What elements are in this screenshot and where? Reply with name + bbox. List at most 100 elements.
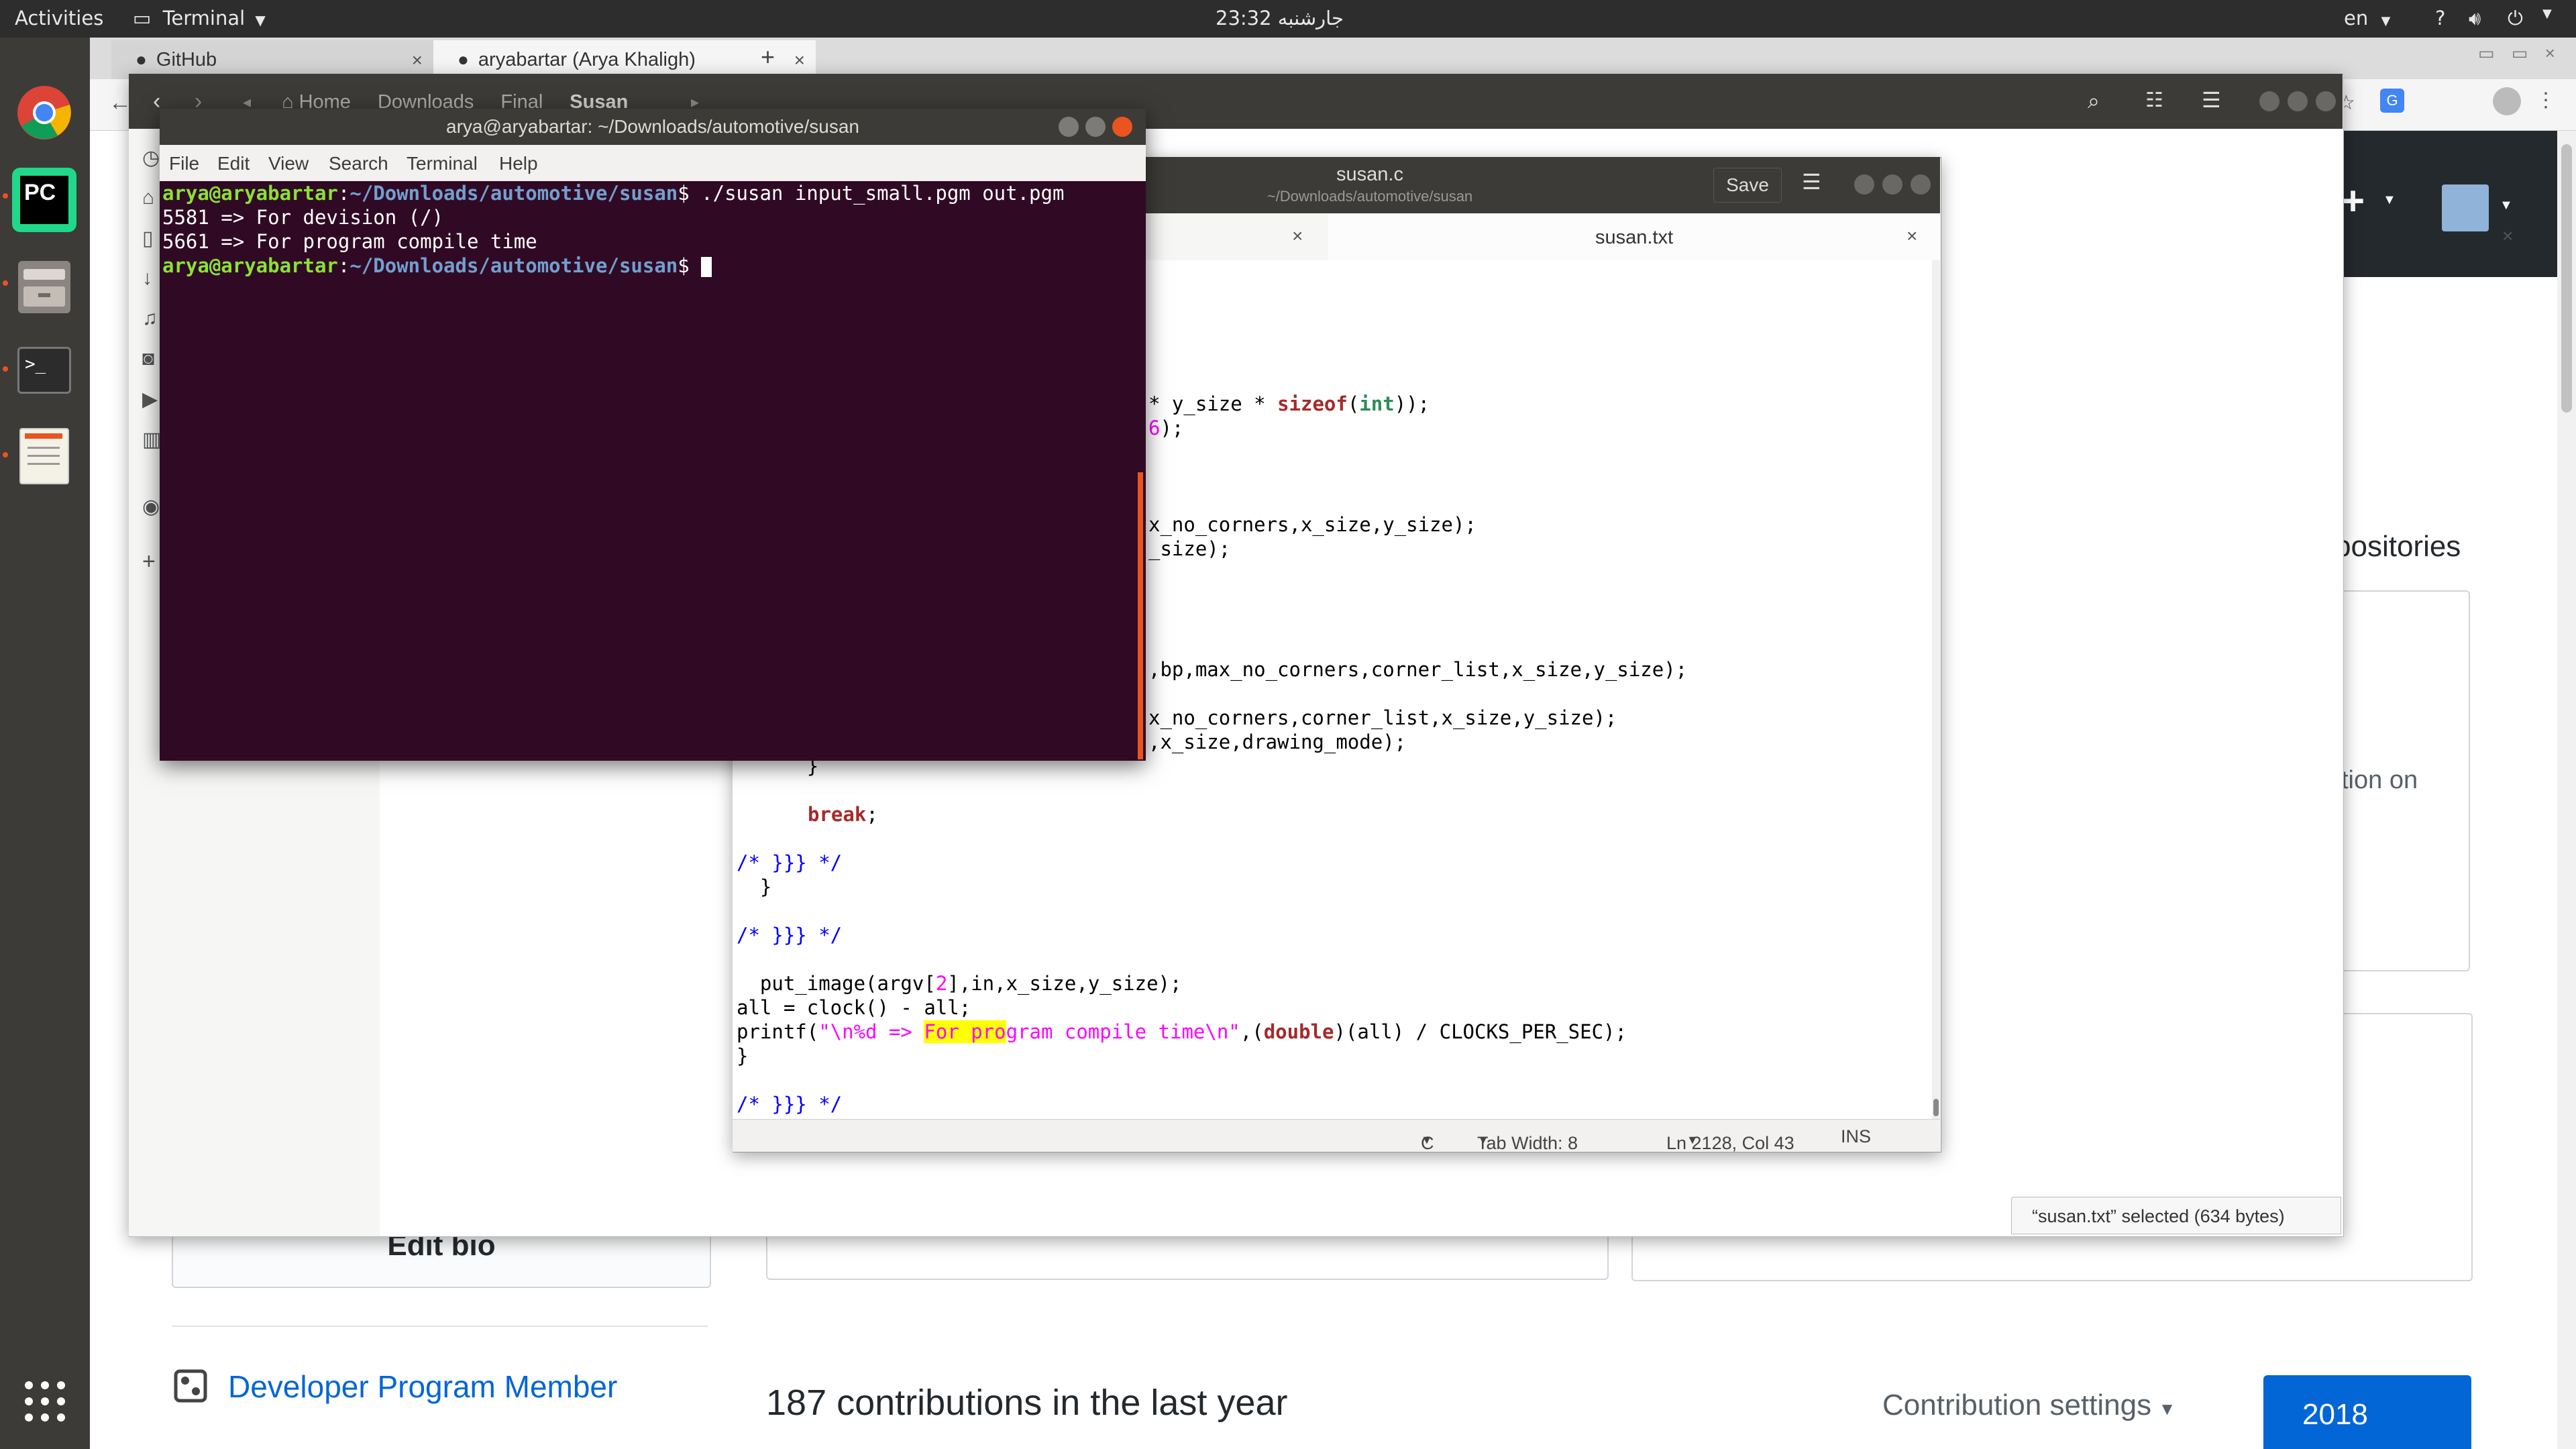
text-editor-icon[interactable]	[12, 424, 76, 488]
menu-search[interactable]: Search	[329, 153, 388, 174]
code-comment: /* }}} */	[737, 1093, 843, 1116]
minimize-icon[interactable]: ▭	[2478, 43, 2495, 63]
menu-file[interactable]: File	[169, 153, 199, 174]
recent-icon[interactable]: ◷	[142, 146, 160, 170]
code-number: 2	[935, 972, 948, 995]
running-indicator	[3, 193, 8, 199]
year-2018-button[interactable]: 2018	[2263, 1375, 2471, 1449]
menu-icon[interactable]: ☰	[2202, 87, 2221, 113]
prompt-user: arya@aryabartar	[162, 182, 338, 205]
minimize-button[interactable]	[2259, 91, 2279, 111]
scrollbar-thumb[interactable]	[1933, 1099, 1939, 1116]
power-icon[interactable]: ⏻	[2508, 7, 2523, 30]
close-icon[interactable]: ×	[2545, 43, 2555, 63]
clock[interactable]: 23:32 جارشنبه	[1216, 7, 1344, 30]
documents-icon[interactable]: ▯	[142, 227, 154, 250]
avatar[interactable]	[2493, 87, 2521, 115]
menu-view[interactable]: View	[268, 153, 309, 174]
close-icon[interactable]: ×	[2502, 225, 2513, 247]
cursor-position-label: Ln 2128, Col 43	[1666, 1133, 1794, 1153]
menu-terminal[interactable]: Terminal	[407, 153, 478, 174]
chevron-down-icon: ▼	[2383, 193, 2396, 207]
chevron-down-icon: ▼	[2542, 7, 2552, 21]
minimize-button[interactable]	[1059, 117, 1079, 137]
running-indicator	[3, 366, 8, 372]
code-text: (	[1347, 392, 1360, 415]
chrome-icon[interactable]	[12, 80, 76, 145]
maximize-button[interactable]	[1085, 117, 1106, 137]
chrome-tab-strip: ● GitHub × ● aryabartar (Arya Khaligh) ×…	[90, 38, 2576, 79]
editor-scrollbar[interactable]	[1932, 260, 1940, 1119]
new-tab-button[interactable]: +	[761, 43, 775, 71]
close-icon[interactable]: ×	[794, 50, 805, 71]
menu-icon[interactable]: ⋮	[2536, 89, 2556, 112]
code-line: }	[737, 875, 772, 898]
contributions-heading: 187 contributions in the last year	[766, 1383, 1288, 1423]
music-icon[interactable]: ♫	[142, 307, 158, 330]
close-button[interactable]	[1112, 117, 1132, 137]
view-toggle-icon[interactable]: ☷	[2145, 89, 2163, 112]
code-string: "\n%d =>	[818, 1020, 924, 1043]
save-button[interactable]: Save	[1713, 168, 1782, 203]
developer-badge-icon	[173, 1368, 208, 1403]
code-text: * y_size *	[1148, 392, 1278, 415]
close-icon[interactable]: ×	[412, 50, 423, 71]
code-line: ,x_size,drawing_mode);	[1148, 731, 1407, 753]
code-keyword: double	[1263, 1020, 1334, 1043]
maximize-icon[interactable]: ▭	[2512, 43, 2528, 63]
gedit-status-bar: C ▼ Tab Width: 8 ▼ Ln 2128, Col 43 ▼ INS	[733, 1119, 1940, 1153]
files-icon[interactable]	[12, 255, 76, 319]
code-text: ,(	[1240, 1020, 1264, 1043]
code-line: x_no_corners,x_size,y_size);	[1148, 513, 1477, 536]
terminal-line: 5661 => For program compile time	[162, 230, 537, 253]
terminal-scrollbar[interactable]	[1138, 472, 1143, 759]
github-icon: ●	[458, 49, 469, 70]
avatar[interactable]	[2442, 184, 2489, 231]
volume-icon[interactable]: 🔊︎	[2469, 7, 2481, 30]
show-applications-icon[interactable]	[23, 1379, 67, 1424]
menu-icon[interactable]: ☰	[1802, 169, 1821, 195]
disk-icon[interactable]: ◉	[142, 495, 160, 519]
year-label: 2018	[2302, 1398, 2368, 1431]
terminal-output[interactable]: arya@aryabartar:~/Downloads/automotive/s…	[161, 181, 1144, 759]
plus-icon[interactable]: +	[2341, 178, 2365, 224]
home-icon[interactable]: ⌂	[142, 186, 154, 209]
menu-edit[interactable]: Edit	[217, 153, 250, 174]
pycharm-icon[interactable]: PC	[12, 168, 76, 232]
downloads-icon[interactable]: ↓	[142, 267, 152, 290]
other-locations-icon[interactable]: +	[142, 549, 156, 575]
trash-icon[interactable]: ▥	[142, 428, 161, 451]
translate-icon[interactable]: G	[2380, 89, 2404, 113]
search-icon[interactable]: ⌕	[2088, 89, 2100, 114]
minimize-button[interactable]	[1854, 174, 1874, 195]
close-icon[interactable]: ×	[1907, 225, 1917, 247]
page-scrollbar[interactable]	[2557, 131, 2576, 1449]
tab-susan-txt[interactable]: susan.txt ×	[1328, 213, 2513, 260]
videos-icon[interactable]: ▶	[142, 388, 158, 411]
activities-button[interactable]: Activities	[15, 7, 103, 30]
maximize-button[interactable]	[2288, 91, 2308, 111]
back-icon[interactable]: ←	[109, 90, 131, 116]
scrollbar-thumb[interactable]	[2561, 144, 2572, 413]
running-indicator	[3, 452, 8, 458]
close-button[interactable]	[2316, 91, 2336, 111]
app-menu[interactable]: ▭ Terminal ▼	[133, 7, 266, 30]
contribution-settings-dropdown[interactable]: Contribution settings ▼	[1882, 1389, 2176, 1422]
code-text: put_image(argv[	[737, 972, 936, 995]
code-line: ,bp,max_no_corners,corner_list,x_size,y_…	[1148, 658, 1688, 681]
code-text: );	[1160, 417, 1184, 439]
pictures-icon[interactable]: ◙	[142, 347, 154, 370]
terminal-icon[interactable]: >_	[12, 338, 76, 402]
close-button[interactable]	[1911, 174, 1931, 195]
developer-program-link[interactable]: Developer Program Member	[228, 1368, 617, 1405]
divider	[172, 1326, 708, 1327]
maximize-button[interactable]	[1882, 174, 1902, 195]
code-text: )(all) / CLOCKS_PER_SEC);	[1334, 1020, 1627, 1043]
top-bar: Activities ▭ Terminal ▼ 23:32 جارشنبه en…	[0, 0, 2576, 38]
repositories-heading: positories	[2334, 530, 2461, 563]
help-icon[interactable]: ?	[2435, 7, 2445, 30]
close-icon[interactable]: ×	[1292, 225, 1303, 247]
chevron-down-icon: ▼	[1477, 1133, 1489, 1146]
language-indicator[interactable]: en ▼	[2344, 7, 2390, 30]
menu-help[interactable]: Help	[499, 153, 538, 174]
